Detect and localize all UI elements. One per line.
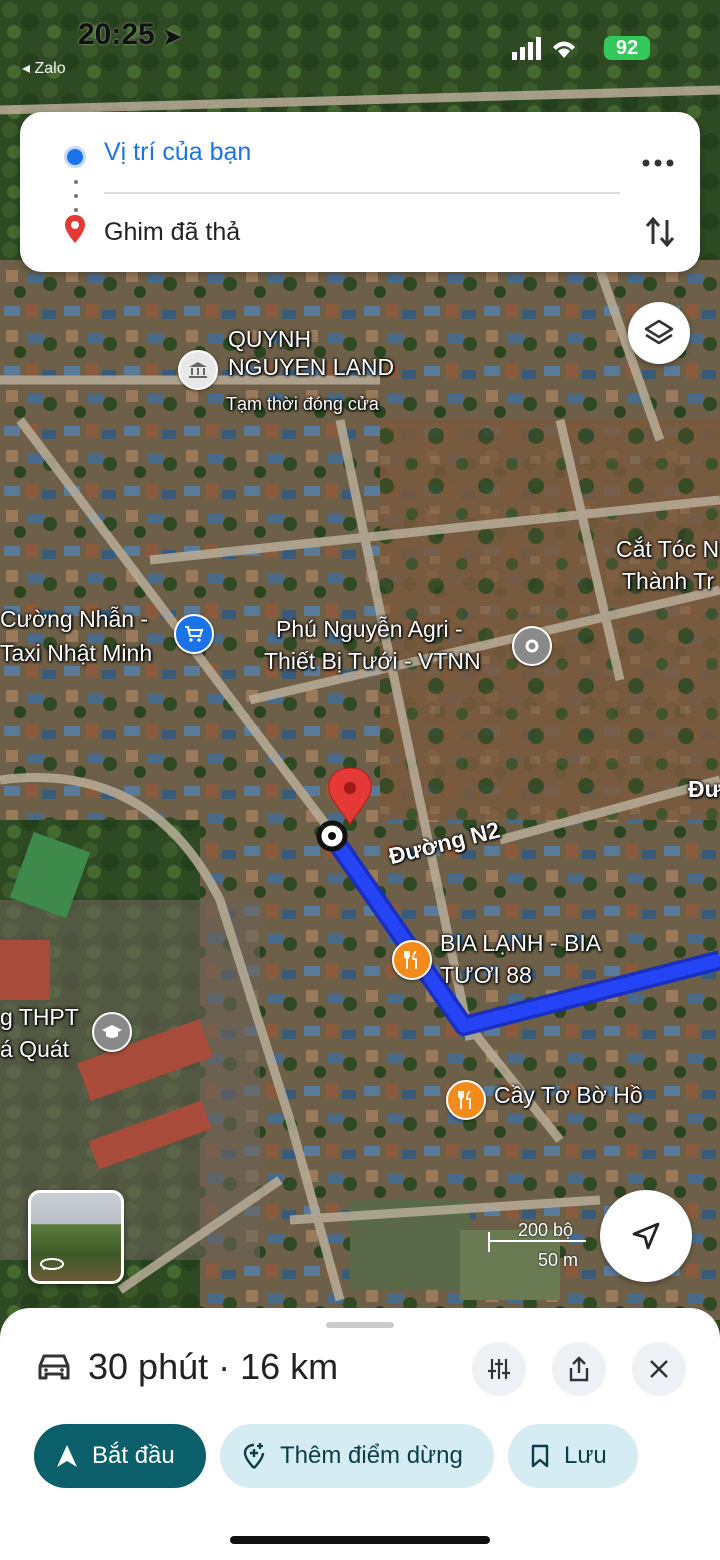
- directions-bottom-sheet: 30 phút · 16 km Bắt đầu Thêm điểm dừng L…: [0, 1308, 720, 1560]
- map-label-quynh[interactable]: QUYNH NGUYEN LAND: [228, 326, 394, 381]
- directions-card: Vị trí của bạn Ghim đã thả: [20, 112, 700, 272]
- back-to-app-link[interactable]: ◂ Zalo: [22, 58, 66, 78]
- battery-indicator: 92: [604, 36, 650, 60]
- layers-icon: [644, 319, 674, 345]
- map-label-cuong-2[interactable]: Taxi Nhật Minh: [0, 640, 152, 668]
- map-label-phu-2[interactable]: Thiết Bị Tưới - VTNN: [264, 648, 481, 676]
- origin-dot-icon: [64, 146, 86, 168]
- signal-wifi-icon: [512, 37, 575, 60]
- route-options-button[interactable]: [472, 1342, 526, 1396]
- status-bar: 20:25 ➤ ◂ Zalo 92: [0, 0, 720, 90]
- add-location-icon: [243, 1443, 265, 1469]
- place-poi-icon[interactable]: [512, 626, 552, 666]
- map-label-cuong-1[interactable]: Cường Nhẫn -: [0, 606, 148, 634]
- origin-row[interactable]: Vị trí của bạn: [20, 124, 700, 184]
- sheet-drag-handle[interactable]: [326, 1322, 394, 1328]
- filter-icon: [488, 1359, 510, 1379]
- add-stop-button[interactable]: Thêm điểm dừng: [220, 1424, 494, 1488]
- navigation-arrow-icon: [632, 1222, 660, 1250]
- layers-button[interactable]: [628, 302, 690, 364]
- map-label-bia-2[interactable]: TƯƠI 88: [440, 962, 532, 990]
- map-label-cat-toc-2[interactable]: Thành Tr: [622, 568, 714, 596]
- more-icon[interactable]: [638, 148, 678, 178]
- share-icon: [569, 1356, 589, 1382]
- scale-imperial: 200 bộ: [518, 1220, 574, 1240]
- start-navigation-button[interactable]: Bắt đầu: [34, 1424, 206, 1488]
- start-label: Bắt đầu: [92, 1442, 175, 1469]
- street-view-thumbnail[interactable]: [28, 1190, 124, 1284]
- scale-line: [488, 1240, 586, 1242]
- destination-row[interactable]: Ghim đã thả: [20, 204, 700, 264]
- bookmark-icon: [531, 1444, 549, 1468]
- add-stop-label: Thêm điểm dừng: [280, 1442, 463, 1469]
- save-button[interactable]: Lưu: [508, 1424, 638, 1488]
- destination-field[interactable]: Ghim đã thả: [104, 218, 240, 247]
- car-icon: [38, 1354, 70, 1380]
- government-poi-icon[interactable]: [178, 350, 218, 390]
- map-label-bia-1[interactable]: BIA LẠNH - BIA: [440, 930, 601, 958]
- origin-field[interactable]: Vị trí của bạn: [104, 138, 251, 167]
- navigation-start-icon: [57, 1445, 77, 1467]
- restaurant-poi-icon[interactable]: [446, 1080, 486, 1120]
- shopping-cart-poi-icon[interactable]: [174, 614, 214, 654]
- share-button[interactable]: [552, 1342, 606, 1396]
- map-label-quynh-status: Tạm thời đóng cửa: [226, 394, 379, 414]
- close-button[interactable]: [632, 1342, 686, 1396]
- map-label-cat-toc-1[interactable]: Cắt Tóc N: [616, 536, 719, 564]
- rotate-360-icon: [40, 1258, 64, 1270]
- home-indicator[interactable]: [230, 1536, 490, 1544]
- destination-pin-icon: [65, 215, 85, 243]
- save-label: Lưu: [564, 1442, 607, 1469]
- scale-metric: 50 m: [538, 1250, 579, 1270]
- divider: [104, 192, 620, 194]
- eta-summary: 30 phút · 16 km: [88, 1346, 339, 1387]
- map-scale: 200 bộ 50 m: [488, 1220, 588, 1270]
- map-label-thpt-1[interactable]: g THPT: [0, 1004, 79, 1032]
- swap-icon[interactable]: [640, 212, 680, 252]
- map-label-cay[interactable]: Cầy Tơ Bờ Hồ: [494, 1082, 643, 1110]
- recenter-button[interactable]: [600, 1190, 692, 1282]
- restaurant-poi-icon[interactable]: [392, 940, 432, 980]
- close-icon: [650, 1360, 668, 1378]
- scale-tick: [488, 1232, 490, 1252]
- school-poi-icon[interactable]: [92, 1012, 132, 1052]
- map-label-du: Đư: [688, 776, 720, 802]
- map-label-phu-1[interactable]: Phú Nguyễn Agri -: [276, 616, 463, 644]
- status-time: 20:25 ➤: [78, 18, 182, 51]
- map-label-thpt-2[interactable]: á Quát: [0, 1036, 69, 1064]
